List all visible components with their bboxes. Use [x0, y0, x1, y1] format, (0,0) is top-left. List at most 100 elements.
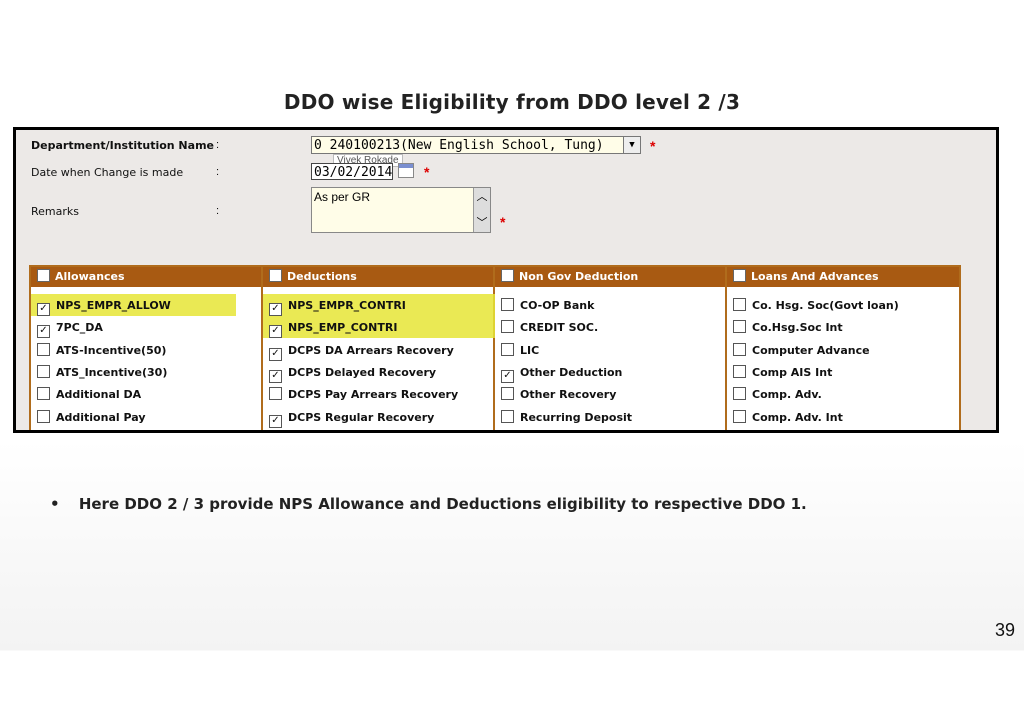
checkbox[interactable] — [733, 342, 746, 356]
eligibility-item-label: Co.Hsg.Soc Int — [752, 321, 843, 335]
eligibility-item-label: ATS-Incentive(50) — [56, 343, 167, 357]
eligibility-item[interactable]: Co. Hsg. Soc(Govt loan) — [733, 296, 899, 316]
eligibility-item[interactable]: Computer Advance — [733, 341, 870, 361]
checkbox-checked[interactable]: ✓ — [269, 325, 282, 339]
chevron-down-icon[interactable]: ﹀ — [474, 214, 490, 230]
eligibility-item-label: Comp. Adv. Int — [752, 410, 843, 424]
calendar-icon[interactable] — [398, 163, 414, 178]
checkbox[interactable] — [501, 342, 514, 356]
checkbox-checked[interactable]: ✓ — [269, 414, 282, 428]
checkbox[interactable] — [37, 342, 50, 356]
select-all-checkbox[interactable] — [269, 269, 282, 282]
column-divider — [493, 267, 495, 430]
eligibility-item-label: Recurring Deposit — [520, 410, 633, 424]
chevron-up-icon[interactable]: ︿ — [474, 188, 490, 204]
remarks-textarea[interactable]: As per GR ︿ ﹀ — [311, 187, 491, 233]
eligibility-item[interactable]: ✓ DCPS DA Arrears Recovery — [269, 341, 454, 361]
eligibility-item-label: DCPS Delayed Recovery — [288, 365, 437, 379]
checkbox[interactable] — [269, 387, 282, 401]
eligibility-item-label: Comp. Adv. — [752, 388, 822, 402]
eligibility-item[interactable]: ✓ 7PC_DA — [37, 318, 103, 339]
bullet-text: Here DDO 2 / 3 provide NPS Allowance and… — [78, 495, 807, 513]
column-header-label: Non Gov Deduction — [519, 270, 639, 283]
column-header-label: Deductions — [287, 270, 357, 283]
screenshot-panel: Department/Institution Name : 0 24010021… — [13, 127, 999, 433]
eligibility-item[interactable]: CREDIT SOC. — [501, 318, 598, 338]
eligibility-item-label: NPS_EMPR_ALLOW — [56, 299, 171, 312]
checkbox[interactable] — [501, 409, 514, 423]
checkbox-checked[interactable]: ✓ — [501, 369, 514, 383]
eligibility-item[interactable]: Additional Pay — [37, 408, 146, 428]
colon: : — [216, 205, 220, 217]
checkbox[interactable] — [37, 387, 50, 401]
eligibility-item[interactable]: LIC — [501, 341, 539, 361]
bullet-mark: • — [50, 495, 60, 513]
required-star: * — [650, 138, 656, 154]
eligibility-item-label: CO-OP Bank — [520, 299, 595, 312]
eligibility-item-label: Co. Hsg. Soc(Govt loan) — [752, 299, 899, 312]
checkbox-checked[interactable]: ✓ — [269, 347, 282, 361]
date-label: Date when Change is made — [31, 166, 184, 179]
colon: : — [216, 139, 220, 151]
checkbox[interactable] — [37, 364, 50, 378]
eligibility-item[interactable]: Comp AIS Int — [733, 363, 832, 383]
checkbox[interactable] — [733, 387, 746, 401]
checkbox-checked[interactable]: ✓ — [37, 303, 50, 316]
column-header-label: Loans And Advances — [751, 270, 879, 283]
column-header-label: Allowances — [55, 270, 125, 283]
eligibility-item[interactable]: Other Recovery — [501, 385, 616, 405]
eligibility-item[interactable]: ATS_Incentive(30) — [37, 363, 167, 383]
column-header-allowances: Allowances — [37, 267, 125, 287]
eligibility-item[interactable]: ✓ DCPS Delayed Recovery — [269, 363, 436, 383]
column-header-loans-and-advances: Loans And Advances — [733, 267, 879, 287]
select-all-checkbox[interactable] — [501, 269, 514, 282]
eligibility-item[interactable]: Additional DA — [37, 385, 141, 405]
eligibility-item[interactable]: Comp. Adv. Int — [733, 408, 843, 428]
eligibility-item-label: LIC — [520, 343, 540, 357]
chevron-down-icon[interactable]: ▼ — [623, 137, 640, 153]
checkbox[interactable] — [733, 320, 746, 334]
eligibility-item[interactable]: ✓ NPS_EMP_CONTRI — [269, 318, 398, 339]
checkbox[interactable] — [733, 298, 746, 311]
eligibility-item[interactable]: CO-OP Bank — [501, 296, 594, 316]
eligibility-grid: Allowances Deductions Non Gov Deduction Loa… — [29, 265, 961, 430]
column-header-deductions: Deductions — [269, 267, 357, 287]
eligibility-item[interactable]: Recurring Deposit — [501, 408, 632, 428]
eligibility-item-label: 7PC_DA — [56, 321, 103, 335]
date-input[interactable]: 03/02/2014 — [311, 163, 393, 180]
scrollbar[interactable]: ︿ ﹀ — [473, 188, 490, 232]
eligibility-item[interactable]: ✓ NPS_EMPR_ALLOW — [37, 296, 171, 316]
department-label: Department/Institution Name — [31, 139, 214, 152]
select-all-checkbox[interactable] — [37, 269, 50, 282]
checkbox[interactable] — [37, 409, 50, 423]
checkbox[interactable] — [733, 364, 746, 378]
remarks-label: Remarks — [31, 205, 79, 218]
eligibility-item[interactable]: Comp. Adv. — [733, 385, 822, 405]
eligibility-item[interactable]: ATS-Incentive(50) — [37, 341, 166, 361]
checkbox[interactable] — [501, 320, 514, 334]
checkbox-checked[interactable]: ✓ — [269, 369, 282, 383]
eligibility-item[interactable]: DCPS Pay Arrears Recovery — [269, 385, 458, 405]
checkbox[interactable] — [501, 387, 514, 401]
eligibility-item[interactable]: ✓ NPS_EMPR_CONTRI — [269, 296, 406, 316]
eligibility-item[interactable]: ✓ Other Deduction — [501, 363, 622, 383]
eligibility-item[interactable]: Co.Hsg.Soc Int — [733, 318, 843, 338]
checkbox-checked[interactable]: ✓ — [269, 303, 282, 316]
eligibility-item-label: Other Recovery — [520, 388, 617, 402]
select-all-checkbox[interactable] — [733, 269, 746, 282]
required-star: * — [424, 164, 430, 180]
eligibility-item-label: DCPS Pay Arrears Recovery — [288, 388, 459, 402]
eligibility-item-label: Comp AIS Int — [752, 365, 833, 379]
eligibility-item-label: NPS_EMP_CONTRI — [288, 321, 398, 335]
checkbox[interactable] — [733, 409, 746, 423]
eligibility-item-label: Additional DA — [56, 388, 142, 402]
remarks-value: As per GR — [314, 190, 371, 204]
checkbox[interactable] — [501, 298, 514, 311]
checkbox-checked[interactable]: ✓ — [37, 325, 50, 339]
department-select[interactable]: 0 240100213(New English School, Tung) ▼ — [311, 136, 641, 154]
eligibility-item-label: Computer Advance — [752, 343, 870, 357]
eligibility-item-label: DCPS DA Arrears Recovery — [288, 343, 454, 357]
eligibility-item[interactable]: ✓ DCPS Regular Recovery — [269, 408, 434, 428]
eligibility-item-label: CREDIT SOC. — [520, 321, 599, 335]
column-divider — [725, 267, 727, 430]
